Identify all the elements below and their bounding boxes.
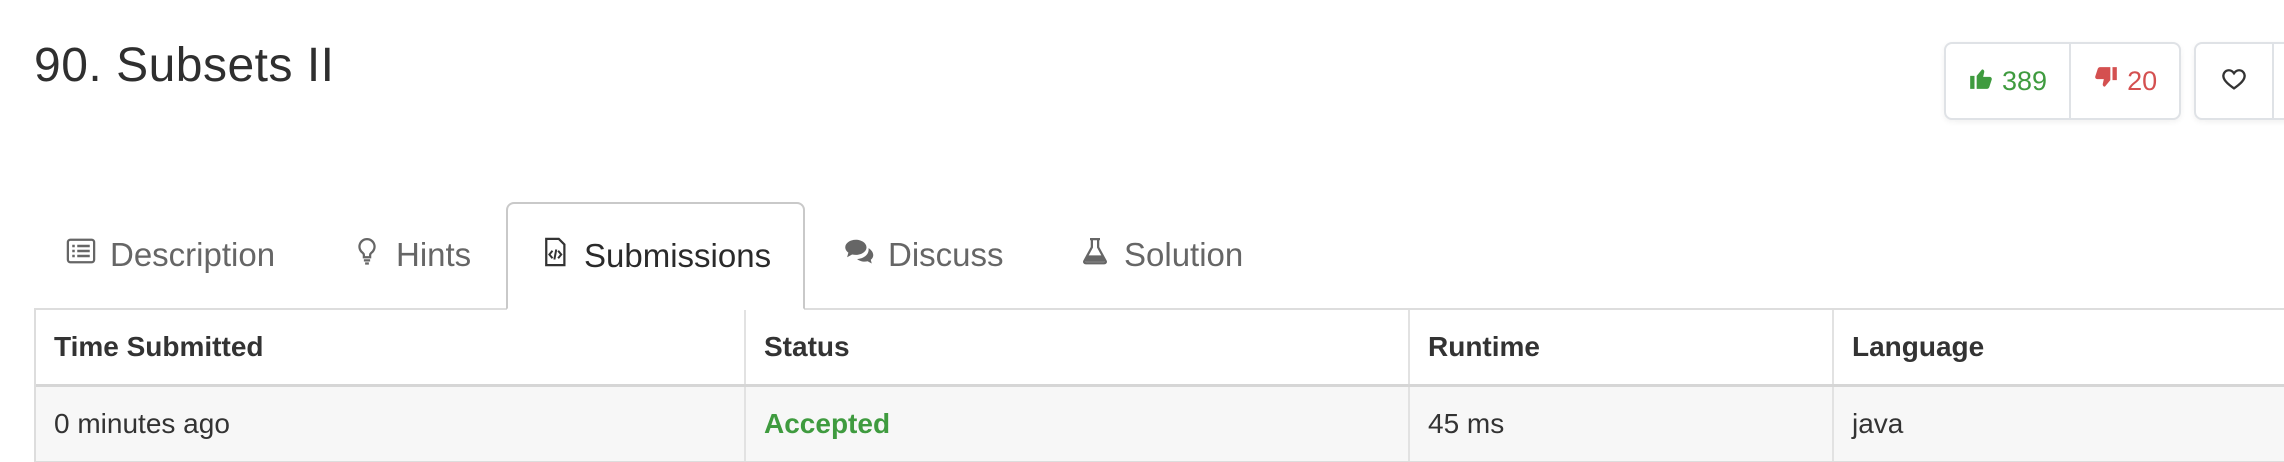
tab-label: Description (110, 236, 276, 273)
tab-discuss[interactable]: Discuss (844, 202, 1004, 308)
tab-hints[interactable]: Hints (352, 202, 471, 308)
thumbs-down-icon (2093, 65, 2119, 98)
tab-label: Discuss (888, 236, 1004, 273)
cell-time-submitted: 0 minutes ago (36, 387, 746, 461)
tab-label: Submissions (584, 237, 772, 274)
dislike-button[interactable]: 20 (2069, 44, 2179, 118)
page-title: 90. Subsets II (34, 39, 335, 92)
cell-status: Accepted (746, 387, 1410, 461)
favorite-group (2194, 42, 2284, 120)
code-file-icon (540, 237, 570, 275)
submissions-table: Time Submitted Status Runtime Language 0… (34, 310, 2284, 462)
tab-submissions[interactable]: Submissions (506, 202, 806, 310)
status-accepted-link[interactable]: Accepted (764, 408, 890, 440)
vote-group: 389 20 (1944, 42, 2182, 120)
tab-label: Hints (396, 236, 472, 273)
header-runtime[interactable]: Runtime (1410, 310, 1834, 384)
header-language[interactable]: Language (1834, 310, 2284, 384)
heart-icon (2220, 65, 2248, 98)
comments-icon (844, 236, 874, 274)
table-header-row: Time Submitted Status Runtime Language (36, 310, 2284, 387)
header-status[interactable]: Status (746, 310, 1410, 384)
problem-tabs: Description Hints Submissions Discuss So… (34, 202, 2284, 310)
favorite-button[interactable] (2196, 44, 2274, 118)
cell-language: java (1852, 408, 1904, 439)
tab-description[interactable]: Description (66, 202, 275, 308)
cell-runtime: 45 ms (1410, 387, 1834, 461)
table-row: 0 minutes ago Accepted 45 ms java (36, 387, 2284, 462)
thumbs-up-icon (1968, 65, 1994, 98)
header-time-submitted[interactable]: Time Submitted (36, 310, 746, 384)
tab-solution[interactable]: Solution (1080, 202, 1243, 308)
like-button[interactable]: 389 (1946, 44, 2069, 118)
list-icon (66, 236, 96, 274)
tab-label: Solution (1124, 236, 1244, 273)
problem-page: 90. Subsets II 389 20 Description Hints … (0, 0, 2284, 462)
lightbulb-icon (352, 236, 382, 274)
dislike-count: 20 (2127, 65, 2158, 96)
like-count: 389 (2002, 65, 2048, 96)
flask-icon (1080, 236, 1110, 274)
